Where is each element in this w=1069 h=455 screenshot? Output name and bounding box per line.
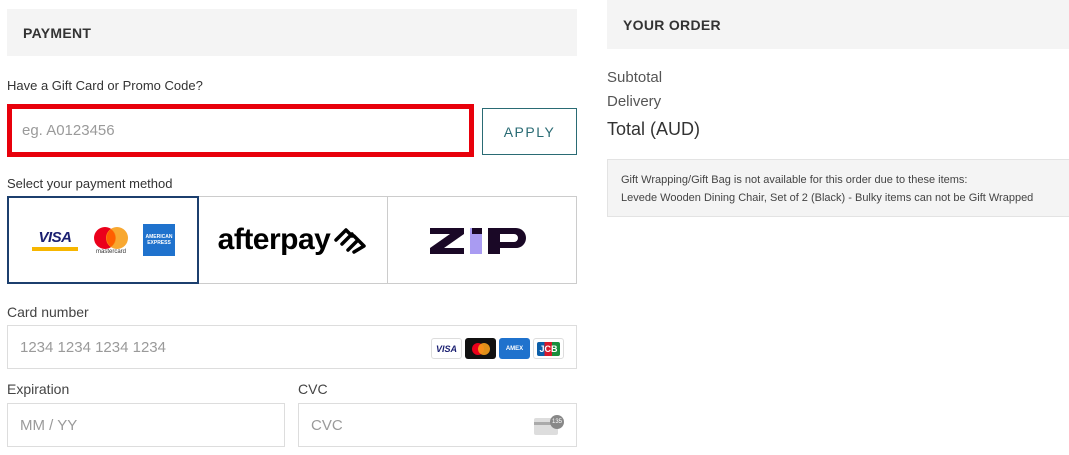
card-brand-icons: VISA mastercard AMEX JCB	[431, 338, 564, 359]
payment-method-afterpay[interactable]: afterpay	[198, 196, 388, 284]
order-header: YOUR ORDER	[607, 0, 1069, 49]
amex-logo: AMERICAN EXPRESS	[143, 224, 175, 256]
total-label: Total (AUD)	[607, 119, 701, 139]
payment-header: PAYMENT	[7, 9, 577, 56]
cvc-icon-number: 135	[551, 419, 562, 425]
payment-header-title: PAYMENT	[23, 24, 92, 41]
cvc-label: CVC	[298, 381, 328, 397]
amex-mini-text: AMEX	[505, 345, 524, 352]
card-number-label: Card number	[7, 304, 89, 320]
order-header-title: YOUR ORDER	[623, 16, 721, 33]
afterpay-arrows-icon	[334, 228, 367, 254]
jcb-mini-text: JCB	[537, 341, 560, 356]
promo-label: Have a Gift Card or Promo Code?	[7, 78, 203, 93]
gift-wrap-notice: Gift Wrapping/Gift Bag is not available …	[607, 159, 1069, 217]
payment-method-selector: VISA mastercard AMERICAN EXPRESS afterpa…	[7, 196, 577, 284]
subtotal-label: Subtotal	[607, 69, 663, 86]
amex-logo-text: AMERICAN EXPRESS	[145, 234, 173, 246]
gift-wrap-notice-line2: Levede Wooden Dining Chair, Set of 2 (Bl…	[621, 192, 1034, 204]
payment-method-card[interactable]: VISA mastercard AMERICAN EXPRESS	[7, 196, 199, 284]
payment-method-zip[interactable]: zip	[387, 196, 577, 284]
apply-button-label: APPLY	[503, 123, 556, 140]
jcb-mini-icon: JCB	[533, 338, 564, 359]
delivery-label: Delivery	[607, 93, 662, 110]
cvc-field: 135	[298, 403, 577, 447]
visa-mini-text: VISA	[435, 343, 457, 354]
amex-mini-icon: AMEX	[499, 338, 530, 359]
gift-wrap-notice-line1: Gift Wrapping/Gift Bag is not available …	[621, 174, 968, 186]
apply-button[interactable]: APPLY	[482, 108, 577, 155]
expiration-field	[7, 403, 285, 447]
promo-code-input[interactable]	[7, 104, 474, 157]
mastercard-logo-text: mastercard	[95, 248, 126, 255]
expiration-label: Expiration	[7, 381, 70, 397]
visa-mini-icon: VISA	[431, 338, 462, 359]
visa-logo-text: VISA	[38, 229, 72, 246]
mastercard-logo: mastercard	[91, 226, 131, 255]
cvc-card-icon: 135	[534, 415, 564, 436]
visa-logo: VISA	[31, 225, 79, 255]
zip-logo	[430, 228, 526, 254]
afterpay-logo-text: afterpay	[217, 223, 331, 256]
card-number-field: VISA mastercard AMEX JCB	[7, 325, 577, 369]
expiration-input[interactable]	[20, 416, 284, 434]
payment-method-label: Select your payment method	[7, 176, 173, 191]
mastercard-mini-icon: mastercard	[465, 338, 496, 359]
